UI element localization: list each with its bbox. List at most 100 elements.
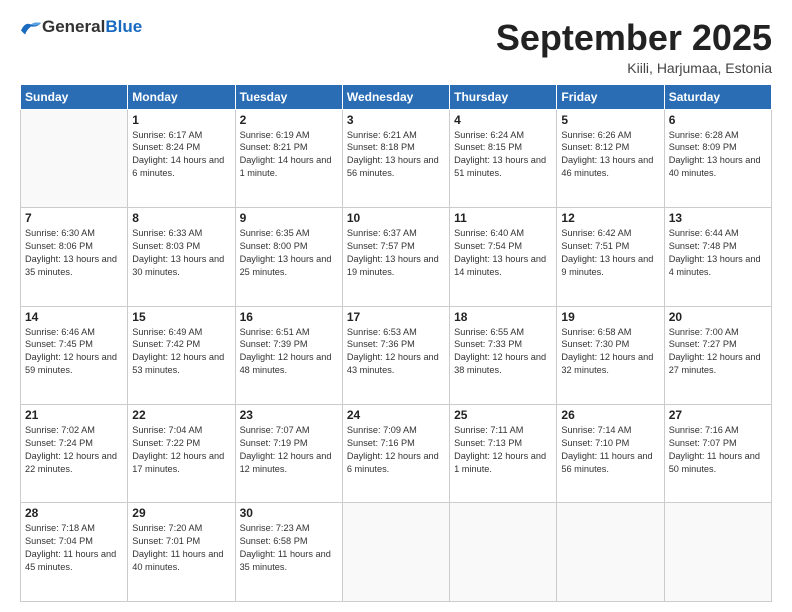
col-wednesday: Wednesday — [342, 84, 449, 109]
day-number: 6 — [669, 113, 767, 127]
day-number: 7 — [25, 211, 123, 225]
table-row: 6 Sunrise: 6:28 AMSunset: 8:09 PMDaylight… — [664, 109, 771, 207]
table-row: 22 Sunrise: 7:04 AMSunset: 7:22 PMDayligh… — [128, 405, 235, 503]
day-number: 29 — [132, 506, 230, 520]
table-row: 15Sunrise: 6:49 AMSunset: 7:42 PMDayligh… — [128, 306, 235, 404]
day-info: Sunrise: 6:30 AMSunset: 8:06 PMDaylight:… — [25, 228, 117, 277]
day-info: Sunrise: 7:00 AMSunset: 7:27 PMDaylight:… — [669, 327, 761, 376]
calendar-week-row: 1 Sunrise: 6:17 AMSunset: 8:24 PMDaylight… — [21, 109, 772, 207]
logo: GeneralBlue — [20, 18, 142, 37]
table-row: 8 Sunrise: 6:33 AMSunset: 8:03 PMDaylight… — [128, 208, 235, 306]
day-info: Sunrise: 6:26 AMSunset: 8:12 PMDaylight:… — [561, 130, 653, 179]
day-info: Sunrise: 6:44 AMSunset: 7:48 PMDaylight:… — [669, 228, 761, 277]
day-number: 24 — [347, 408, 445, 422]
day-info: Sunrise: 6:24 AMSunset: 8:15 PMDaylight:… — [454, 130, 546, 179]
day-number: 16 — [240, 310, 338, 324]
day-info: Sunrise: 7:02 AMSunset: 7:24 PMDaylight:… — [25, 425, 117, 474]
day-info: Sunrise: 6:42 AMSunset: 7:51 PMDaylight:… — [561, 228, 653, 277]
col-tuesday: Tuesday — [235, 84, 342, 109]
day-number: 27 — [669, 408, 767, 422]
page-title: September 2025 — [496, 18, 772, 58]
day-info: Sunrise: 7:07 AMSunset: 7:19 PMDaylight:… — [240, 425, 332, 474]
day-number: 23 — [240, 408, 338, 422]
day-number: 9 — [240, 211, 338, 225]
col-thursday: Thursday — [450, 84, 557, 109]
day-info: Sunrise: 7:11 AMSunset: 7:13 PMDaylight:… — [454, 425, 546, 474]
table-row — [664, 503, 771, 602]
day-info: Sunrise: 6:46 AMSunset: 7:45 PMDaylight:… — [25, 327, 117, 376]
day-number: 2 — [240, 113, 338, 127]
day-number: 3 — [347, 113, 445, 127]
day-info: Sunrise: 6:21 AMSunset: 8:18 PMDaylight:… — [347, 130, 439, 179]
calendar-table: Sunday Monday Tuesday Wednesday Thursday… — [20, 84, 772, 602]
table-row — [342, 503, 449, 602]
day-number: 14 — [25, 310, 123, 324]
col-monday: Monday — [128, 84, 235, 109]
table-row: 16Sunrise: 6:51 AMSunset: 7:39 PMDayligh… — [235, 306, 342, 404]
day-info: Sunrise: 7:09 AMSunset: 7:16 PMDaylight:… — [347, 425, 439, 474]
day-number: 26 — [561, 408, 659, 422]
calendar-week-row: 28 Sunrise: 7:18 AMSunset: 7:04 PMDayligh… — [21, 503, 772, 602]
day-number: 4 — [454, 113, 552, 127]
day-info: Sunrise: 7:14 AMSunset: 7:10 PMDaylight:… — [561, 425, 652, 474]
calendar-header-row: Sunday Monday Tuesday Wednesday Thursday… — [21, 84, 772, 109]
day-info: Sunrise: 7:18 AMSunset: 7:04 PMDaylight:… — [25, 523, 116, 572]
table-row: 7 Sunrise: 6:30 AMSunset: 8:06 PMDaylight… — [21, 208, 128, 306]
day-info: Sunrise: 6:37 AMSunset: 7:57 PMDaylight:… — [347, 228, 439, 277]
table-row: 20Sunrise: 7:00 AMSunset: 7:27 PMDayligh… — [664, 306, 771, 404]
table-row — [557, 503, 664, 602]
day-number: 8 — [132, 211, 230, 225]
table-row: 10 Sunrise: 6:37 AMSunset: 7:57 PMDayligh… — [342, 208, 449, 306]
table-row: 30 Sunrise: 7:23 AMSunset: 6:58 PMDayligh… — [235, 503, 342, 602]
header: GeneralBlue September 2025 Kiili, Harjum… — [20, 18, 772, 76]
col-sunday: Sunday — [21, 84, 128, 109]
day-number: 13 — [669, 211, 767, 225]
day-number: 5 — [561, 113, 659, 127]
location-subtitle: Kiili, Harjumaa, Estonia — [496, 60, 772, 76]
day-number: 12 — [561, 211, 659, 225]
day-info: Sunrise: 6:33 AMSunset: 8:03 PMDaylight:… — [132, 228, 224, 277]
table-row: 27 Sunrise: 7:16 AMSunset: 7:07 PMDayligh… — [664, 405, 771, 503]
table-row: 12 Sunrise: 6:42 AMSunset: 7:51 PMDayligh… — [557, 208, 664, 306]
table-row: 11 Sunrise: 6:40 AMSunset: 7:54 PMDayligh… — [450, 208, 557, 306]
table-row: 14 Sunrise: 6:46 AMSunset: 7:45 PMDayligh… — [21, 306, 128, 404]
day-info: Sunrise: 6:17 AMSunset: 8:24 PMDaylight:… — [132, 130, 224, 179]
logo-bird-icon — [20, 20, 42, 36]
day-number: 22 — [132, 408, 230, 422]
day-number: 25 — [454, 408, 552, 422]
day-info: Sunrise: 7:20 AMSunset: 7:01 PMDaylight:… — [132, 523, 223, 572]
day-info: Sunrise: 6:35 AMSunset: 8:00 PMDaylight:… — [240, 228, 332, 277]
day-number: 11 — [454, 211, 552, 225]
day-number: 19 — [561, 310, 659, 324]
table-row: 13 Sunrise: 6:44 AMSunset: 7:48 PMDayligh… — [664, 208, 771, 306]
table-row: 23 Sunrise: 7:07 AMSunset: 7:19 PMDayligh… — [235, 405, 342, 503]
day-number: 10 — [347, 211, 445, 225]
day-info: Sunrise: 6:40 AMSunset: 7:54 PMDaylight:… — [454, 228, 546, 277]
day-info: Sunrise: 6:28 AMSunset: 8:09 PMDaylight:… — [669, 130, 761, 179]
table-row: 3 Sunrise: 6:21 AMSunset: 8:18 PMDaylight… — [342, 109, 449, 207]
day-info: Sunrise: 6:53 AMSunset: 7:36 PMDaylight:… — [347, 327, 439, 376]
table-row: 9 Sunrise: 6:35 AMSunset: 8:00 PMDaylight… — [235, 208, 342, 306]
col-friday: Friday — [557, 84, 664, 109]
day-number: 30 — [240, 506, 338, 520]
day-number: 17 — [347, 310, 445, 324]
table-row: 24 Sunrise: 7:09 AMSunset: 7:16 PMDayligh… — [342, 405, 449, 503]
table-row — [21, 109, 128, 207]
table-row: 19 Sunrise: 6:58 AMSunset: 7:30 PMDayligh… — [557, 306, 664, 404]
calendar-week-row: 21Sunrise: 7:02 AMSunset: 7:24 PMDayligh… — [21, 405, 772, 503]
table-row — [450, 503, 557, 602]
day-info: Sunrise: 7:16 AMSunset: 7:07 PMDaylight:… — [669, 425, 760, 474]
day-info: Sunrise: 7:23 AMSunset: 6:58 PMDaylight:… — [240, 523, 331, 572]
calendar-week-row: 14 Sunrise: 6:46 AMSunset: 7:45 PMDayligh… — [21, 306, 772, 404]
day-number: 1 — [132, 113, 230, 127]
logo-blue-text: Blue — [105, 17, 142, 36]
table-row: 18Sunrise: 6:55 AMSunset: 7:33 PMDayligh… — [450, 306, 557, 404]
day-info: Sunrise: 6:58 AMSunset: 7:30 PMDaylight:… — [561, 327, 653, 376]
table-row: 17 Sunrise: 6:53 AMSunset: 7:36 PMDayligh… — [342, 306, 449, 404]
table-row: 28 Sunrise: 7:18 AMSunset: 7:04 PMDayligh… — [21, 503, 128, 602]
table-row: 5 Sunrise: 6:26 AMSunset: 8:12 PMDaylight… — [557, 109, 664, 207]
calendar-week-row: 7 Sunrise: 6:30 AMSunset: 8:06 PMDaylight… — [21, 208, 772, 306]
day-info: Sunrise: 7:04 AMSunset: 7:22 PMDaylight:… — [132, 425, 224, 474]
table-row: 26 Sunrise: 7:14 AMSunset: 7:10 PMDayligh… — [557, 405, 664, 503]
day-number: 28 — [25, 506, 123, 520]
